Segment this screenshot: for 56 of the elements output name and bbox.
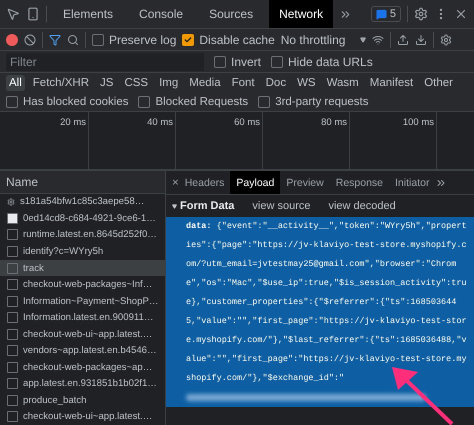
option-checkbox[interactable]: Hide data URLs <box>271 54 373 68</box>
option-checkbox[interactable]: Has blocked cookies <box>6 96 128 108</box>
close-icon[interactable]: × <box>172 176 179 188</box>
option-checkbox[interactable]: Disable cache <box>182 32 275 46</box>
type-filter[interactable]: Font <box>228 74 258 90</box>
time-tick: 100 ms <box>402 117 434 128</box>
time-tick: 40 ms <box>147 117 173 128</box>
type-filter[interactable]: Other <box>421 74 456 90</box>
panel-tab[interactable]: Sources <box>199 0 264 28</box>
panel-tab[interactable]: Console <box>129 0 194 28</box>
filter-field[interactable]: Filter <box>6 52 204 70</box>
type-filter[interactable]: JS <box>97 74 116 90</box>
form-data-value: data: {"event":"__activity__","token":"WYry5h","properties":{"page":"https://jv-klaviyo-test-store.myshopify.com/?utm_email=jvtestmay25@gmail.com","browser":"Chrome","os":"Mac","$use_ip":true,"$is_session_activity":true},"customer_properties":{"$referrer":{"ts":1685036445,"value":"","first_page":"https://jv-klaviyo-test-store.myshopify.com/"},"$last_referrer":{"ts":1685036488,"value":"","first_page":"https://jv-klaviyo-test-store.myshopify.com/"},"$exchange_id":" <box>186 220 468 385</box>
view-link[interactable]: view decoded <box>328 200 396 212</box>
type-filter[interactable]: Media <box>186 74 224 90</box>
detail-tab[interactable]: Headers <box>178 171 230 194</box>
type-filter[interactable]: CSS <box>121 74 152 90</box>
type-filter[interactable]: Manifest <box>366 74 416 90</box>
detail-tab[interactable]: Preview <box>280 171 330 194</box>
type-filter[interactable]: Fetch/XHR <box>30 74 92 90</box>
throttling-dropdown[interactable]: No throttling <box>280 32 366 46</box>
type-filter[interactable]: Wasm <box>324 74 362 90</box>
request-row[interactable]: 0ed14cd8-c684-4921-9ce6-1… <box>0 210 165 227</box>
detail-tab[interactable]: Initiator <box>389 171 436 194</box>
option-checkbox[interactable]: Preserve log <box>92 32 176 46</box>
option-checkbox[interactable]: Invert <box>214 54 262 68</box>
time-tick: 20 ms <box>60 117 86 128</box>
request-row[interactable]: checkout-web-ui~app.latest.… <box>0 326 165 342</box>
type-filter[interactable]: Doc <box>262 74 290 90</box>
request-row[interactable]: checkout-web-packages~Inf… <box>0 276 165 293</box>
type-filter[interactable]: WS <box>294 74 319 90</box>
column-header: Name <box>0 171 165 194</box>
type-filter[interactable]: All <box>6 74 25 90</box>
request-row[interactable]: produce_batch <box>0 392 165 409</box>
request-row[interactable]: runtime.latest.en.8645d252f0… <box>0 226 165 244</box>
time-tick: 60 ms <box>234 117 260 128</box>
type-filter[interactable]: Img <box>156 74 182 90</box>
detail-tab[interactable]: Response <box>330 171 390 194</box>
detail-tab[interactable]: Payload <box>230 171 280 194</box>
view-link[interactable]: view source <box>252 200 310 212</box>
request-row[interactable]: checkout-web-packages~ap… <box>0 358 165 376</box>
time-tick: 80 ms <box>321 117 347 128</box>
panel-tab[interactable]: Elements <box>53 0 124 28</box>
request-row[interactable]: checkout-web-ui~app.latest.… <box>0 408 165 425</box>
request-row[interactable]: app.latest.en.931851b1b02f1… <box>0 375 165 392</box>
option-checkbox[interactable]: 3rd-party requests <box>258 96 369 108</box>
request-row[interactable]: s181a54bfw1c85c3aepe58… <box>0 194 165 210</box>
request-row[interactable]: vendors~app.latest.en.b4546… <box>0 342 165 359</box>
request-row[interactable]: identify?c=WYry5h <box>0 243 165 260</box>
issues-badge[interactable]: 5 <box>370 6 401 22</box>
request-row[interactable]: Information.latest.en.900911… <box>0 309 165 326</box>
section-title[interactable]: Form Data <box>172 200 234 212</box>
request-row[interactable]: Information~Payment~ShopP… <box>0 292 165 310</box>
request-row[interactable]: track <box>0 260 165 276</box>
panel-tab[interactable]: Network <box>269 0 334 28</box>
option-checkbox[interactable]: Blocked Requests <box>138 96 248 108</box>
